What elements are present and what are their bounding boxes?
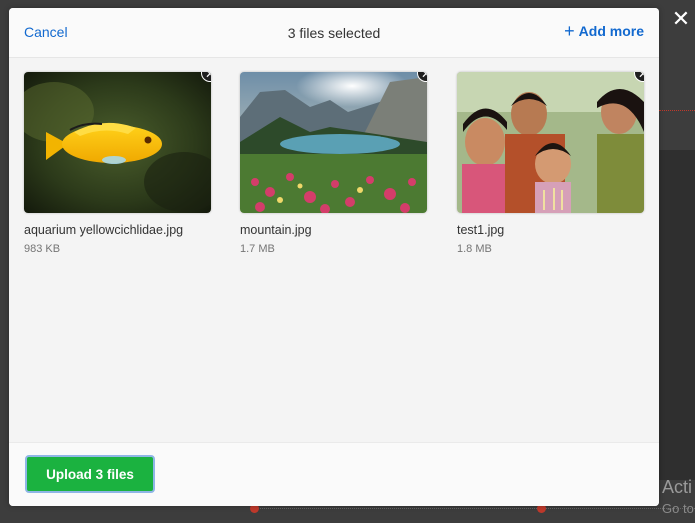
plus-icon: +: [564, 21, 575, 41]
file-name: aquarium yellowcichlidae.jpg: [24, 223, 184, 237]
fish-thumbnail-image: [24, 72, 211, 213]
file-item: ✕ test1.jpg 1.8 MB: [457, 72, 644, 255]
file-size: 1.8 MB: [457, 243, 492, 255]
add-more-button[interactable]: + Add more: [564, 21, 644, 41]
file-name: mountain.jpg: [240, 223, 312, 237]
modal-header: Cancel 3 files selected + Add more: [9, 8, 659, 58]
background-divider: [659, 110, 695, 112]
background-timeline: [255, 508, 695, 510]
files-selected-title: 3 files selected: [287, 25, 381, 41]
file-name: test1.jpg: [457, 223, 505, 237]
mountain-thumbnail-image: [240, 72, 427, 213]
upload-files-button[interactable]: Upload 3 files: [25, 455, 155, 493]
close-icon[interactable]: ✕: [670, 8, 692, 30]
file-item: ✕ mountain.jpg 1.7 MB: [240, 72, 427, 255]
add-more-label: Add more: [578, 23, 644, 39]
file-thumbnail[interactable]: ✕: [240, 72, 427, 213]
background-panel: [659, 150, 695, 480]
file-size: 1.7 MB: [240, 243, 275, 255]
file-thumbnail[interactable]: ✕: [457, 72, 644, 213]
modal-footer: Upload 3 files: [9, 442, 659, 506]
upload-modal: Cancel 3 files selected + Add more ✕ aqu…: [9, 8, 659, 506]
family-thumbnail-image: [457, 72, 644, 213]
file-thumbnail[interactable]: ✕: [24, 72, 211, 213]
activate-windows-subtext: Go to: [662, 501, 694, 516]
activate-windows-text: Acti: [662, 477, 693, 497]
file-size: 983 KB: [24, 243, 61, 255]
file-item: ✕ aquarium yellowcichlidae.jpg 983 KB: [24, 72, 211, 255]
